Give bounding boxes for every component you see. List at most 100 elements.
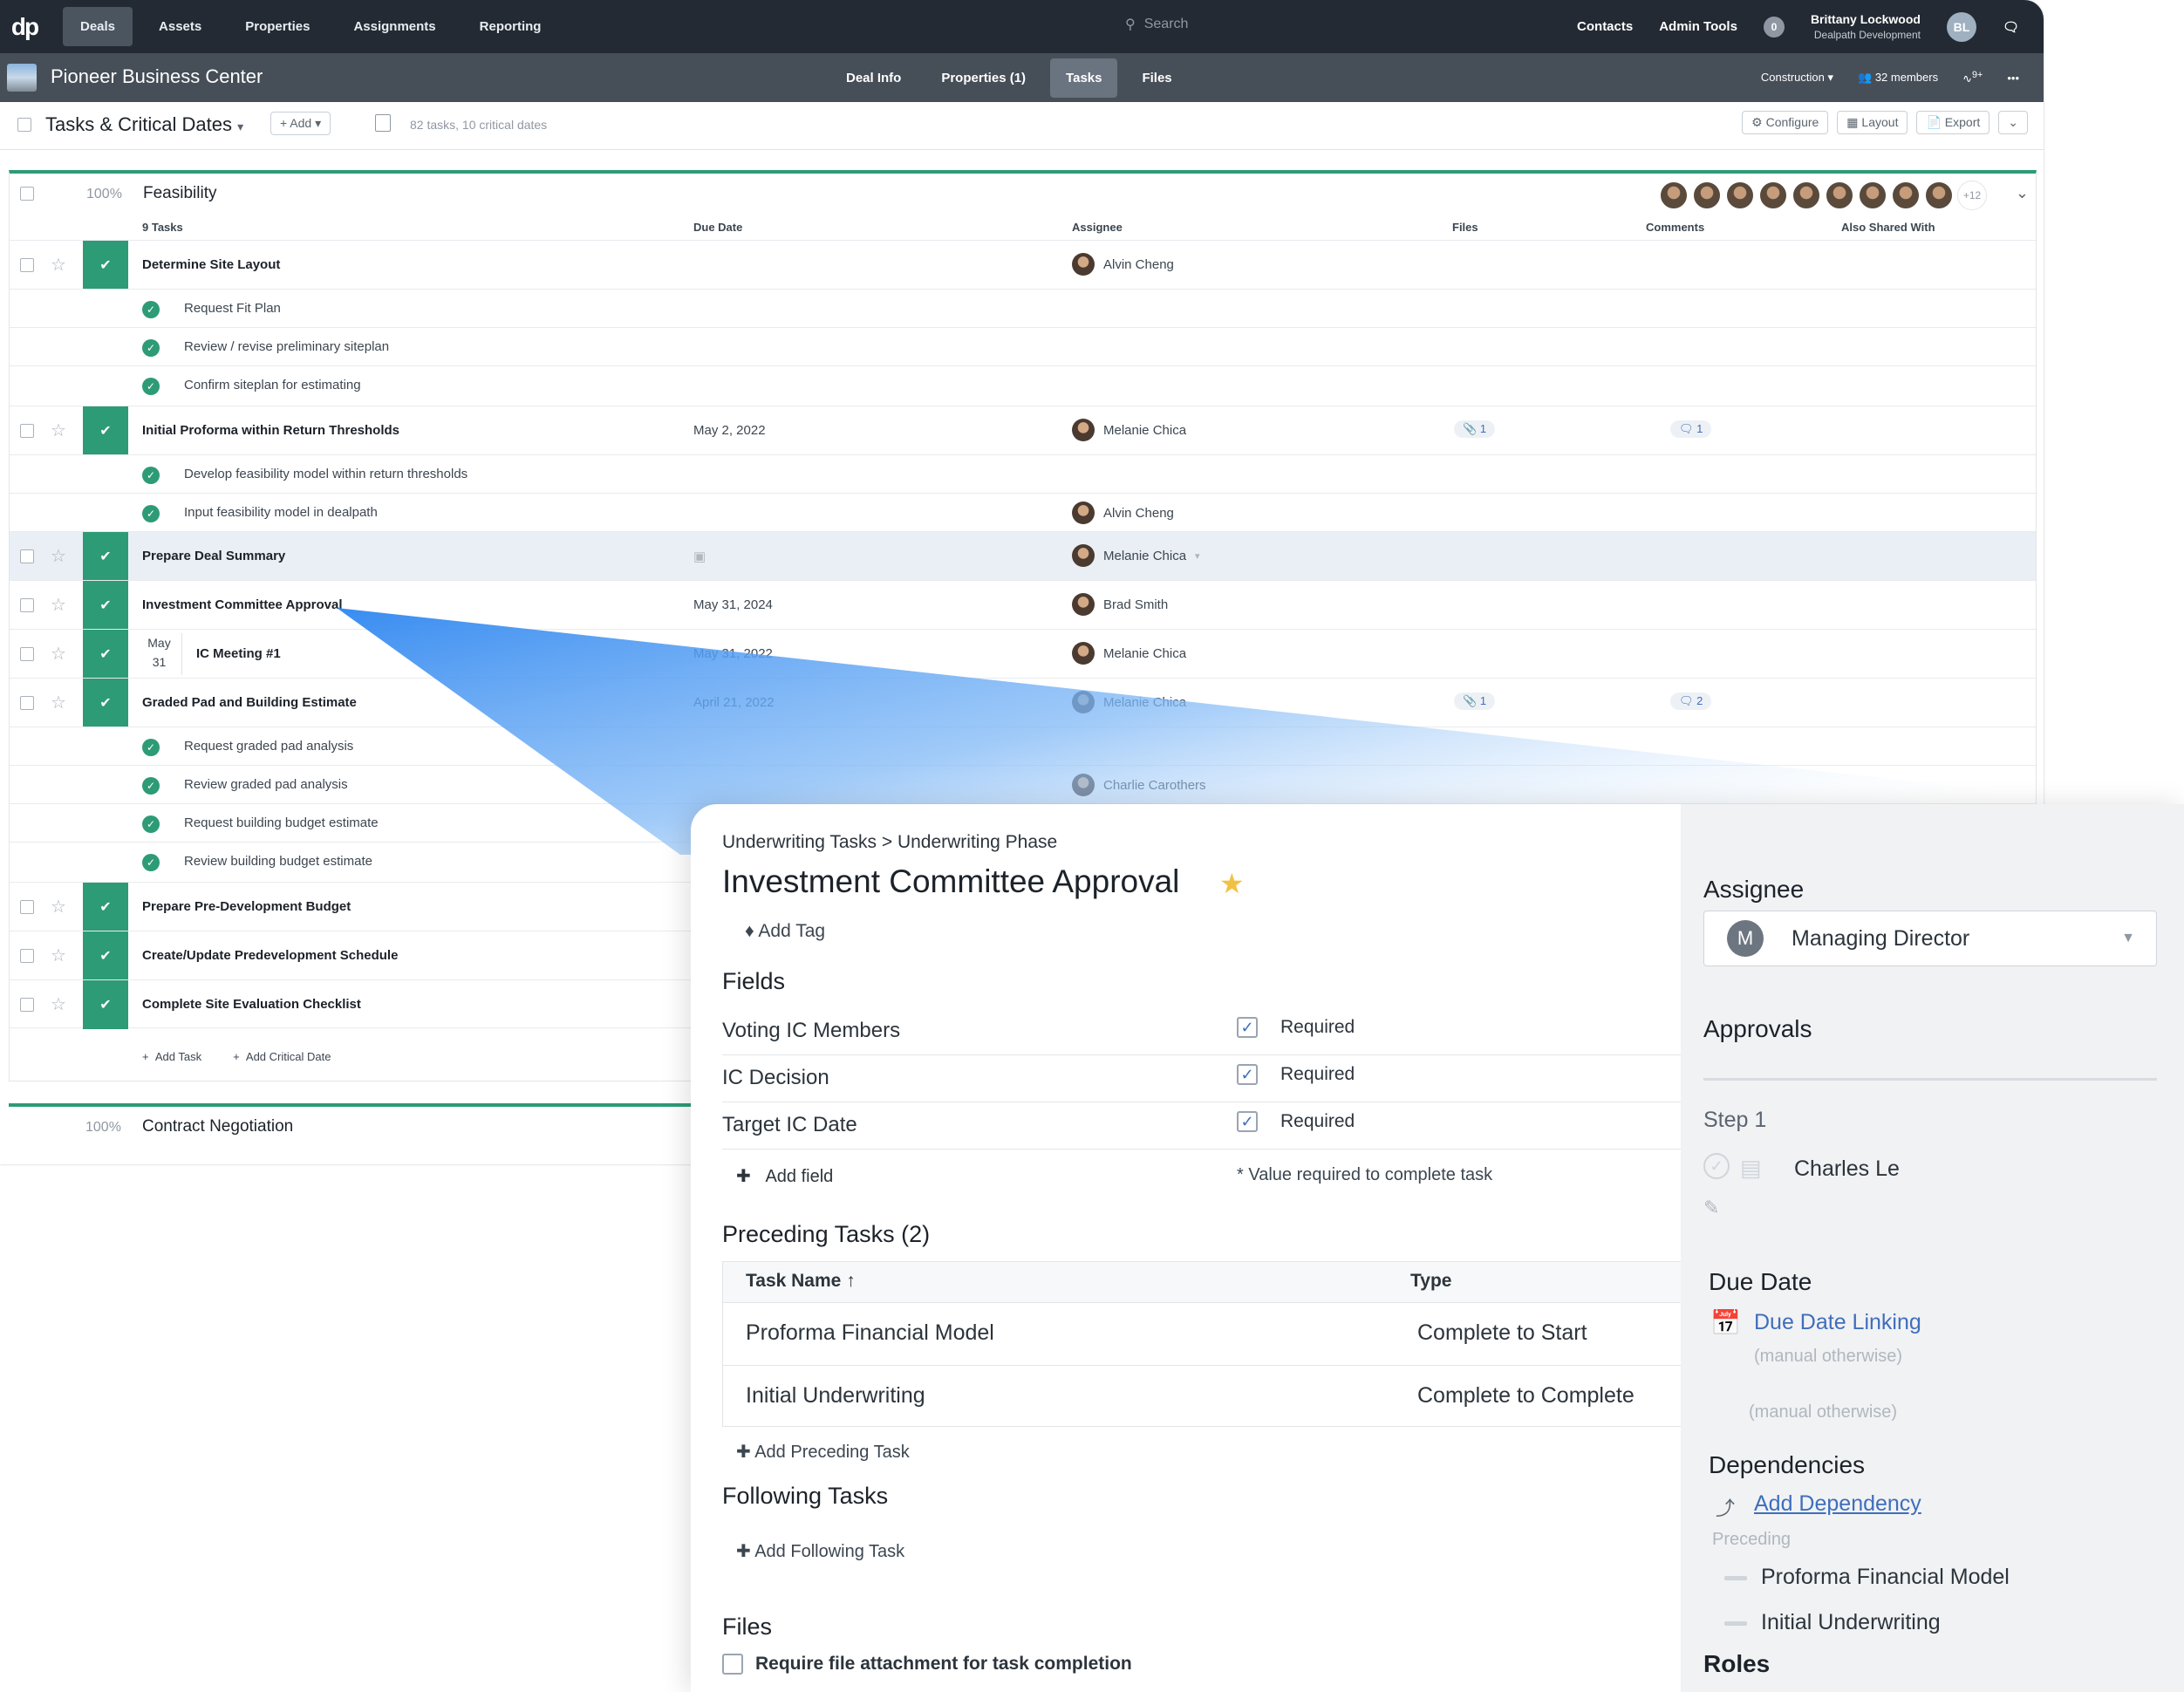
search-input[interactable]: ⚲ Search xyxy=(1125,16,1188,33)
files-count[interactable]: 📎 1 xyxy=(1454,692,1496,710)
required-checkbox[interactable]: ✓ xyxy=(1237,1064,1258,1085)
list-item[interactable]: ✓ Review graded pad analysis Charlie Carot… xyxy=(10,765,2036,803)
collapse-button[interactable]: ⌄ xyxy=(1998,111,2028,134)
admin-tools-link[interactable]: Admin Tools xyxy=(1659,19,1737,34)
layout-button[interactable]: ▦ Layout xyxy=(1837,111,1908,134)
check-icon[interactable]: ✓ xyxy=(142,301,160,318)
document-icon[interactable] xyxy=(375,114,391,132)
row-checkbox[interactable] xyxy=(20,696,34,710)
check-icon[interactable]: ✓ xyxy=(142,339,160,357)
table-row[interactable]: ☆ ✔ Initial Proforma within Return Thresh… xyxy=(10,406,2036,455)
row-checkbox[interactable] xyxy=(20,258,34,272)
row-checkbox[interactable] xyxy=(20,598,34,612)
comments-count[interactable]: 🗨 2 xyxy=(1670,692,1712,710)
table-row[interactable]: Initial Underwriting Complete to Complete xyxy=(723,1365,1681,1428)
star-icon[interactable]: ☆ xyxy=(51,254,66,276)
complete-check-icon[interactable]: ✔ xyxy=(83,581,128,630)
sort-task-name[interactable]: Task Name ↑ xyxy=(746,1271,856,1292)
require-file-checkbox[interactable] xyxy=(722,1654,743,1675)
star-icon[interactable]: ☆ xyxy=(51,993,66,1015)
table-row[interactable]: ☆ ✔ Prepare Deal Summary ▣ Melanie Chica ▾ xyxy=(10,531,2036,581)
tab-deal-info[interactable]: Deal Info xyxy=(830,58,917,98)
list-item[interactable]: ✓ Input feasibility model in dealpath Alvi… xyxy=(10,493,2036,531)
check-icon[interactable]: ✓ xyxy=(142,815,160,833)
complete-check-icon[interactable]: ✔ xyxy=(83,980,128,1029)
notification-badge[interactable]: 0 xyxy=(1763,16,1785,38)
files-count[interactable]: 📎 1 xyxy=(1454,420,1496,438)
add-following-task-button[interactable]: ✚ Add Following Task xyxy=(736,1540,904,1562)
user-menu[interactable]: Brittany Lockwood Dealpath Development xyxy=(1811,11,1921,43)
members-button[interactable]: 👥 32 members xyxy=(1858,71,1938,85)
check-icon[interactable]: ✓ xyxy=(142,739,160,756)
check-icon[interactable]: ✓ xyxy=(142,854,160,871)
approval-check-icon[interactable]: ✓ xyxy=(1703,1153,1730,1179)
nav-reporting[interactable]: Reporting xyxy=(462,7,559,46)
section-name[interactable]: Feasibility xyxy=(143,184,216,203)
edit-icon[interactable]: ✎ xyxy=(1703,1197,1719,1219)
field-row[interactable]: IC Decision ✓ Required xyxy=(722,1055,1682,1102)
star-icon[interactable]: ☆ xyxy=(51,420,66,441)
add-critical-date-link[interactable]: + Add Critical Date xyxy=(233,1050,331,1063)
row-checkbox[interactable] xyxy=(20,998,34,1012)
required-checkbox[interactable]: ✓ xyxy=(1237,1017,1258,1038)
complete-check-icon[interactable]: ✔ xyxy=(83,883,128,931)
check-icon[interactable]: ✓ xyxy=(142,467,160,484)
complete-check-icon[interactable]: ✔ xyxy=(83,630,128,679)
due-date-linking-link[interactable]: Due Date Linking xyxy=(1754,1310,1921,1335)
contacts-link[interactable]: Contacts xyxy=(1577,19,1633,34)
nav-properties[interactable]: Properties xyxy=(228,7,327,46)
list-item[interactable]: ✓ Review / revise preliminary siteplan xyxy=(10,327,2036,365)
page-title[interactable]: Investment Committee Approval xyxy=(722,863,1179,900)
star-icon[interactable]: ☆ xyxy=(51,594,66,616)
add-task-link[interactable]: + Add Task xyxy=(142,1050,201,1063)
configure-button[interactable]: ⚙ Configure xyxy=(1742,111,1829,134)
export-button[interactable]: 📄 Export xyxy=(1916,111,1990,134)
field-row[interactable]: Target IC Date ✓ Required xyxy=(722,1102,1682,1150)
table-row[interactable]: ☆ ✔ Investment Committee Approval May 31,… xyxy=(10,580,2036,630)
add-dependency-link[interactable]: Add Dependency xyxy=(1754,1491,1921,1517)
tab-tasks[interactable]: Tasks xyxy=(1050,58,1118,98)
required-checkbox[interactable]: ✓ xyxy=(1237,1111,1258,1132)
chat-icon[interactable]: 🗨 xyxy=(2003,19,2019,35)
add-tag-button[interactable]: ♦ Add Tag xyxy=(745,921,825,942)
table-row[interactable]: ☆ ✔ Determine Site Layout Alvin Cheng xyxy=(10,240,2036,290)
row-checkbox[interactable] xyxy=(20,647,34,661)
complete-check-icon[interactable]: ✔ xyxy=(83,532,128,581)
row-checkbox[interactable] xyxy=(20,549,34,563)
star-icon[interactable]: ★ xyxy=(1219,867,1245,900)
table-row[interactable]: ☆ ✔ Graded Pad and Building Estimate Apri… xyxy=(10,678,2036,727)
more-icon[interactable]: ••• xyxy=(2007,72,2019,85)
select-all-checkbox[interactable] xyxy=(17,118,31,132)
nav-assignments[interactable]: Assignments xyxy=(336,7,453,46)
check-icon[interactable]: ✓ xyxy=(142,505,160,522)
nav-assets[interactable]: Assets xyxy=(141,7,219,46)
add-preceding-task-button[interactable]: ✚ Add Preceding Task xyxy=(736,1441,910,1463)
star-icon[interactable]: ☆ xyxy=(51,945,66,966)
list-item[interactable]: ✓ Develop feasibility model within return… xyxy=(10,454,2036,493)
breadcrumb[interactable]: Underwriting Tasks > Underwriting Phase xyxy=(722,832,1057,853)
row-checkbox[interactable] xyxy=(20,949,34,963)
nav-deals[interactable]: Deals xyxy=(63,7,133,46)
stage-dropdown[interactable]: Construction ▾ xyxy=(1761,71,1833,85)
chevron-down-icon[interactable]: ⌄ xyxy=(2016,184,2029,202)
section-checkbox[interactable] xyxy=(20,187,34,201)
star-icon[interactable]: ☆ xyxy=(51,692,66,713)
check-icon[interactable]: ✓ xyxy=(142,378,160,395)
tab-properties[interactable]: Properties (1) xyxy=(925,58,1041,98)
dealpath-logo[interactable]: dp xyxy=(0,0,49,53)
section-name[interactable]: Contract Negotiation xyxy=(142,1117,293,1136)
complete-check-icon[interactable]: ✔ xyxy=(83,406,128,455)
add-button[interactable]: + Add ▾ xyxy=(270,112,331,135)
avatar[interactable]: BL xyxy=(1946,11,1976,42)
table-row[interactable]: ☆ ✔ May 31 IC Meeting #1 May 31, 2022 Mela… xyxy=(10,629,2036,679)
comments-count[interactable]: 🗨 1 xyxy=(1670,420,1712,438)
assignee-select[interactable]: M Managing Director ▼ xyxy=(1703,911,2157,966)
calendar-icon[interactable]: ▣ xyxy=(693,549,706,564)
comment-icon[interactable]: ▤ xyxy=(1740,1155,1762,1182)
add-field-button[interactable]: ✚ Add field xyxy=(736,1165,833,1187)
view-title[interactable]: Tasks & Critical Dates ▾ xyxy=(45,113,243,136)
activity-icon[interactable]: ∿9+ xyxy=(1962,70,1983,85)
shared-avatars[interactable]: +12 xyxy=(1659,181,1987,210)
star-icon[interactable]: ☆ xyxy=(51,545,66,567)
row-checkbox[interactable] xyxy=(20,900,34,914)
